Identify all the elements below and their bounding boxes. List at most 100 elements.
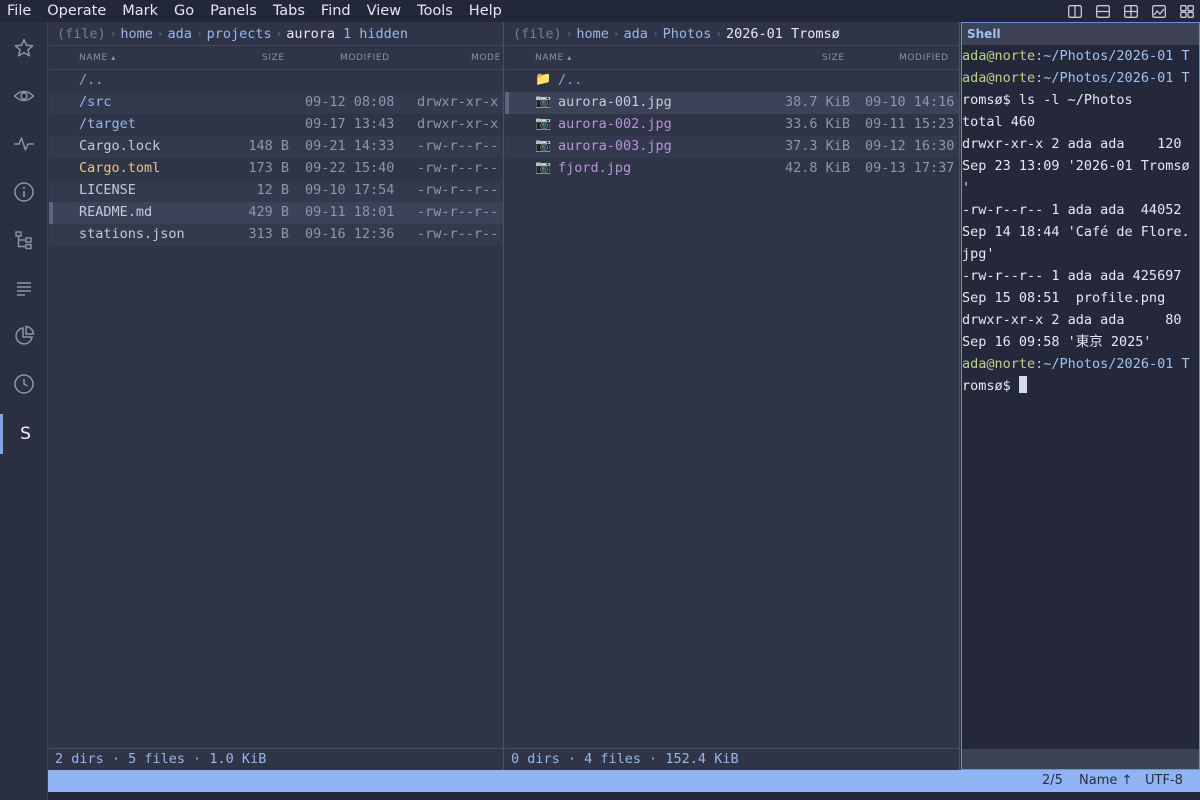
file-mode: -rw-r--r--: [417, 182, 499, 198]
file-row[interactable]: stations.json 313 B 09-16 12:36 -rw-r--r--: [49, 224, 503, 246]
activity-tree[interactable]: [0, 222, 48, 262]
layout-split-horizontal-icon[interactable]: [1096, 3, 1110, 22]
status-bar: 2/5 Name ↑ UTF-8: [48, 770, 1200, 792]
prompt-user: ada@norte: [962, 356, 1036, 372]
column-name[interactable]: NAME ▴: [79, 53, 116, 63]
file-name: /..: [79, 72, 104, 88]
file-mode: -rw-r--r--: [417, 226, 499, 242]
file-row[interactable]: /target 09-17 13:43 drwxr-xr-x: [49, 114, 503, 136]
prompt-user: ada@norte: [962, 48, 1036, 64]
menu-operate[interactable]: Operate: [39, 0, 114, 22]
activity-pie-chart[interactable]: [0, 318, 48, 358]
file-size: 37.3 KiB: [784, 138, 850, 154]
menu-mark[interactable]: Mark: [114, 0, 166, 22]
menu-go[interactable]: Go: [166, 0, 202, 22]
status-sort[interactable]: Name ↑: [1079, 773, 1132, 788]
activity-info[interactable]: [0, 174, 48, 214]
file-name: /src: [79, 94, 112, 110]
file-modified: 09-10 14:16: [865, 94, 955, 110]
file-list: 📁 /.. 📷 aurora-001.jpg 38.7 KiB 09-10 14:16 📷 a…: [505, 70, 959, 180]
column-size[interactable]: SIZE: [262, 53, 285, 63]
left-file-panel[interactable]: (file) › home › ada › projects › aurora 1 hidden …: [49, 22, 504, 770]
terminal-line: Sep 14 18:44 'Café de Flore.: [962, 221, 1199, 243]
right-file-panel[interactable]: (file) › home › ada › Photos › 2026-01 Tromsø NA…: [505, 22, 960, 770]
terminal-cursor: [1018, 376, 1027, 393]
file-name: fjord.jpg: [558, 160, 632, 176]
file-row[interactable]: Cargo.lock 148 B 09-21 14:33 -rw-r--r--: [49, 136, 503, 158]
file-row[interactable]: 📷 aurora-002.jpg 33.6 KiB 09-11 15:23: [505, 114, 959, 136]
layout-image-icon[interactable]: [1152, 3, 1166, 22]
file-modified: 09-17 13:43: [305, 116, 395, 132]
column-header: NAME ▴ SIZE MODIFIED: [505, 46, 959, 70]
layout-split-vertical-icon[interactable]: [1068, 3, 1082, 22]
column-mode[interactable]: MODE: [471, 53, 501, 63]
activity-activity-pulse[interactable]: [0, 126, 48, 166]
file-row[interactable]: 📷 fjord.jpg 42.8 KiB 09-13 17:37: [505, 158, 959, 180]
menu-file[interactable]: File: [0, 0, 39, 22]
output-text: jpg': [962, 246, 995, 262]
camera-icon: 📷: [535, 116, 552, 131]
terminal-line: ada@norte:~/Photos/2026-01 T: [962, 353, 1199, 375]
activity-lines[interactable]: [0, 270, 48, 310]
menu-panels[interactable]: Panels: [202, 0, 265, 22]
activity-pulse-icon: [13, 134, 35, 158]
file-name: LICENSE: [79, 182, 136, 198]
crumb-segment[interactable]: ada: [624, 26, 648, 42]
layout-grid-icon[interactable]: [1124, 3, 1138, 22]
file-modified: 09-12 16:30: [865, 138, 955, 154]
crumb-segment[interactable]: home: [120, 26, 153, 42]
menu-find[interactable]: Find: [313, 0, 359, 22]
file-row[interactable]: Cargo.toml 173 B 09-22 15:40 -rw-r--r--: [49, 158, 503, 180]
terminal-line: Sep 15 08:51 profile.png: [962, 287, 1199, 309]
crumb-current: 2026-01 Tromsø: [725, 25, 840, 42]
file-row[interactable]: 📷 aurora-003.jpg 37.3 KiB 09-12 16:30: [505, 136, 959, 158]
menu-tabs[interactable]: Tabs: [265, 0, 313, 22]
column-modified[interactable]: MODIFIED: [340, 53, 390, 63]
shell-letter: S: [20, 424, 31, 444]
crumb-segment[interactable]: ada: [168, 26, 192, 42]
chevron-right-icon: ›: [275, 27, 283, 40]
crumb-segment[interactable]: home: [576, 26, 609, 42]
output-text: drwxr-xr-x 2 ada ada 120: [962, 136, 1182, 152]
file-row[interactable]: /src 09-12 08:08 drwxr-xr-x: [49, 92, 503, 114]
file-row[interactable]: /..: [49, 70, 503, 92]
file-row[interactable]: README.md 429 B 09-11 18:01 -rw-r--r--: [49, 202, 503, 224]
column-size[interactable]: SIZE: [822, 53, 845, 63]
shell-bottom-bar: [962, 749, 1199, 769]
column-modified[interactable]: MODIFIED: [899, 53, 949, 63]
eye-icon: [13, 86, 35, 110]
terminal-output[interactable]: ada@norte:~/Photos/2026-01 Tada@norte:~/…: [962, 45, 1199, 397]
status-encoding[interactable]: UTF-8: [1145, 773, 1183, 788]
file-mode: -rw-r--r--: [417, 160, 499, 176]
menu-tools[interactable]: Tools: [409, 0, 461, 22]
panel-status: 2 dirs · 5 files · 1.0 KiB: [49, 748, 503, 770]
activity-star[interactable]: [0, 30, 48, 70]
camera-icon: 📷: [535, 94, 552, 109]
prompt-path: :~/Photos/2026-01 T: [1035, 356, 1190, 372]
info-icon: [13, 181, 35, 207]
file-modified: 09-11 15:23: [865, 116, 955, 132]
prompt-tail: romsø$: [962, 378, 1019, 394]
menu-help[interactable]: Help: [461, 0, 510, 22]
file-row[interactable]: 📁 /..: [505, 70, 959, 92]
file-mode: -rw-r--r--: [417, 138, 499, 154]
crumb-protocol: (file): [57, 25, 106, 42]
menu-view[interactable]: View: [359, 0, 409, 22]
hidden-count[interactable]: 1 hidden: [343, 26, 408, 42]
file-row[interactable]: 📷 aurora-001.jpg 38.7 KiB 09-10 14:16: [505, 92, 959, 114]
terminal-line: ada@norte:~/Photos/2026-01 T: [962, 67, 1199, 89]
activity-eye[interactable]: [0, 78, 48, 118]
layout-quad-icon[interactable]: [1180, 3, 1194, 22]
folder-icon: 📁: [535, 72, 552, 87]
file-row[interactable]: LICENSE 12 B 09-10 17:54 -rw-r--r--: [49, 180, 503, 202]
activity-clock[interactable]: [0, 366, 48, 406]
activity-shell[interactable]: S: [0, 414, 48, 454]
column-name[interactable]: NAME ▴: [535, 53, 572, 63]
output-text: ': [962, 180, 971, 196]
file-list: /.. /src 09-12 08:08 drwxr-xr-x/target 09-17…: [49, 70, 503, 246]
shell-panel[interactable]: Shell ada@norte:~/Photos/2026-01 Tada@no…: [961, 22, 1200, 770]
pie-chart-icon: [13, 325, 35, 351]
file-mode: -rw-r--r--: [417, 204, 499, 220]
crumb-segment[interactable]: projects: [207, 26, 272, 42]
crumb-segment[interactable]: Photos: [663, 26, 712, 42]
